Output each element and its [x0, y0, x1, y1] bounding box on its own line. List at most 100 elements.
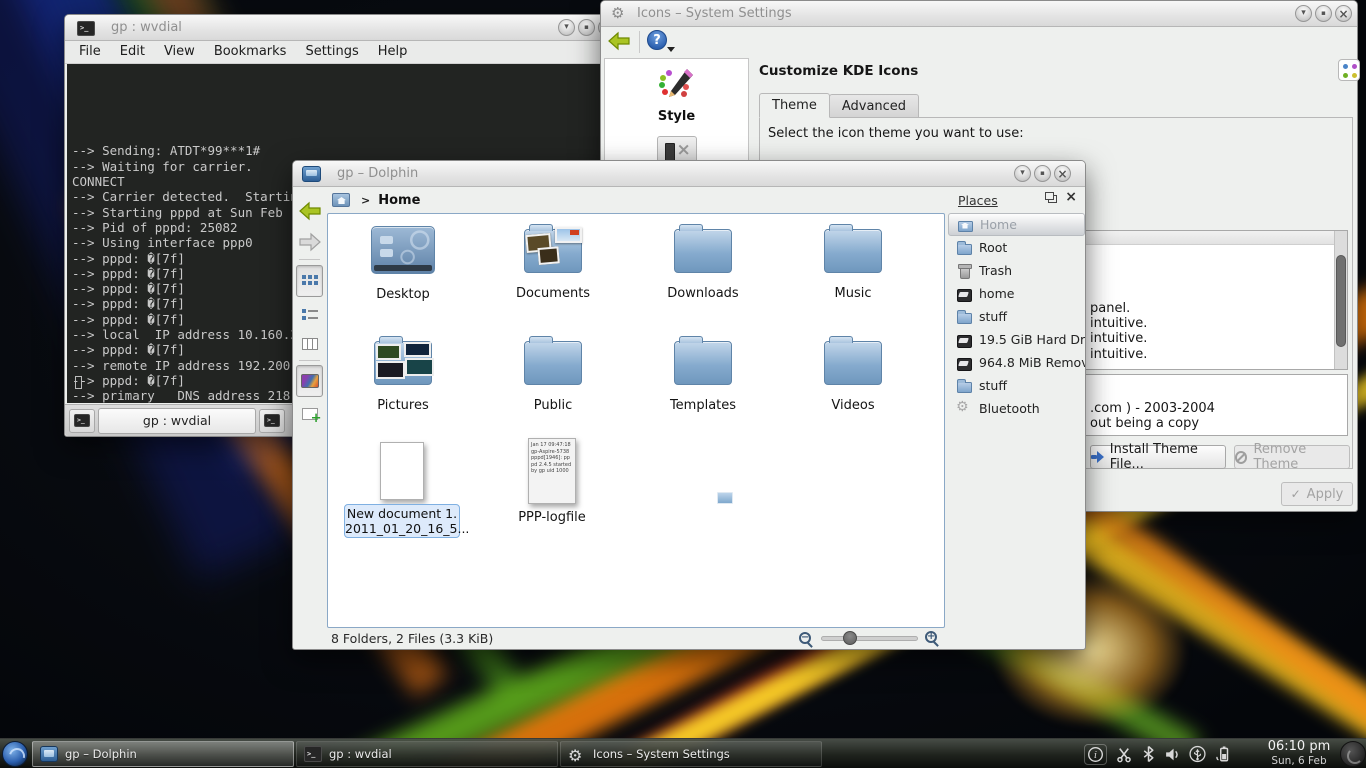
zoom-slider-track[interactable]: [821, 636, 918, 641]
preview-button[interactable]: [296, 365, 323, 397]
places-item[interactable]: home: [948, 282, 1085, 305]
info-icon[interactable]: i: [1084, 744, 1107, 765]
help-icon[interactable]: ?: [647, 30, 667, 50]
close-button[interactable]: [1054, 165, 1071, 182]
install-theme-button[interactable]: Install Theme File...: [1090, 445, 1226, 469]
sidebar-item-style[interactable]: Style: [605, 59, 748, 166]
home-breadcrumb-button[interactable]: [329, 190, 353, 210]
folder-icon: [524, 229, 582, 273]
back-button[interactable]: [605, 29, 633, 53]
zoom-out-icon[interactable]: −: [799, 632, 811, 644]
battery-icon[interactable]: [1215, 745, 1231, 763]
folder-icon: [374, 341, 432, 385]
install-arrow-icon: [1091, 452, 1104, 462]
taskbar-task-button[interactable]: Icons – System Settings: [560, 741, 822, 767]
file-view[interactable]: Desktop Documents Downloads: [327, 213, 945, 628]
places-item[interactable]: 964.8 MiB Remov...: [948, 351, 1085, 374]
taskbar-clock[interactable]: 06:10 pm Sun, 6 Feb: [1260, 740, 1338, 767]
folder-label: Downloads: [628, 286, 778, 301]
folder-item[interactable]: Music: [778, 218, 928, 330]
taskbar-task-button[interactable]: gp – Dolphin: [32, 741, 294, 767]
split-view-button[interactable]: [296, 401, 323, 427]
system-settings-titlebar[interactable]: Icons – System Settings: [601, 1, 1357, 27]
places-item[interactable]: Bluetooth: [948, 397, 1085, 420]
folder-item[interactable]: Public: [478, 330, 628, 442]
thumbnail-artifact: [717, 492, 733, 504]
menu-item[interactable]: Settings: [305, 44, 358, 63]
maximize-button[interactable]: [1034, 165, 1051, 182]
forward-button[interactable]: [296, 229, 323, 255]
new-tab-button[interactable]: [69, 409, 95, 433]
folder-item[interactable]: Desktop: [328, 218, 478, 330]
bluetooth-icon[interactable]: [1141, 745, 1156, 763]
menu-item[interactable]: Edit: [120, 44, 145, 63]
volume-icon[interactable]: [1165, 746, 1180, 763]
selected-file-label[interactable]: New document 1. 2011_01_20_16_5...: [344, 504, 460, 538]
icons-view-button[interactable]: [296, 265, 323, 297]
places-item-icon: [956, 332, 972, 348]
maximize-button[interactable]: [1315, 5, 1332, 22]
panel-toolbox-cashew-icon[interactable]: [1340, 741, 1366, 767]
places-item[interactable]: 19.5 GiB Hard Drive: [948, 328, 1085, 351]
menu-item[interactable]: Help: [378, 44, 408, 63]
folder-item[interactable]: Templates: [628, 330, 778, 442]
forward-arrow-icon: [298, 232, 322, 252]
apply-button[interactable]: ✓ Apply: [1281, 482, 1353, 506]
folder-item[interactable]: Downloads: [628, 218, 778, 330]
places-item-icon: [956, 355, 972, 371]
places-item[interactable]: Home: [948, 213, 1085, 236]
folder-item[interactable]: Pictures: [328, 330, 478, 442]
folder-label: Public: [478, 398, 628, 413]
usb-device-icon[interactable]: [1189, 745, 1206, 763]
menu-item[interactable]: Bookmarks: [214, 44, 287, 63]
zoom-in-icon[interactable]: +: [925, 631, 937, 643]
places-panel: Places Home Root Trash: [946, 187, 1087, 649]
minimize-button[interactable]: [1295, 5, 1312, 22]
breadcrumb-current[interactable]: Home: [378, 193, 420, 208]
folder-label: Pictures: [328, 398, 478, 413]
dolphin-titlebar[interactable]: gp – Dolphin: [293, 161, 1085, 187]
file-item-new-document[interactable]: [380, 442, 424, 500]
file-label: PPP-logfile: [514, 510, 590, 525]
klipper-scissors-icon[interactable]: [1116, 746, 1132, 763]
taskbar-task-button[interactable]: gp : wvdial: [296, 741, 558, 767]
task-label: gp : wvdial: [329, 747, 392, 761]
places-item[interactable]: Trash: [948, 259, 1085, 282]
maximize-button[interactable]: [578, 19, 595, 36]
close-panel-icon[interactable]: [1065, 189, 1077, 205]
float-panel-icon[interactable]: [1048, 195, 1057, 203]
places-item-icon: [956, 378, 972, 394]
places-item[interactable]: stuff: [948, 305, 1085, 328]
system-tray: i: [1084, 739, 1231, 768]
tab[interactable]: Advanced: [829, 94, 919, 118]
folder-item[interactable]: Documents: [478, 218, 628, 330]
close-button[interactable]: [1335, 5, 1352, 22]
details-view-button[interactable]: [296, 301, 323, 327]
columns-view-button[interactable]: [296, 331, 323, 357]
zoom-slider-handle[interactable]: [843, 631, 857, 645]
tab-list-button[interactable]: [259, 409, 285, 433]
toolbar-separator: [299, 259, 320, 260]
terminal-line: --> Sending: ATDT*99***1#: [72, 143, 616, 158]
file-item-logfile-preview[interactable]: Jan 17 09:47:18 gp-Aspire-5738 pppd[1946…: [528, 438, 576, 504]
places-item[interactable]: stuff: [948, 374, 1085, 397]
konsole-tab[interactable]: gp : wvdial: [98, 408, 256, 434]
chevron-down-icon[interactable]: [667, 47, 675, 56]
minimize-button[interactable]: [558, 19, 575, 36]
task-icon: [304, 746, 322, 762]
places-item-icon: [956, 263, 972, 279]
tab[interactable]: Theme: [759, 93, 830, 118]
icons-view-icon: [302, 274, 318, 288]
places-item[interactable]: Root: [948, 236, 1085, 259]
minimize-button[interactable]: [1014, 165, 1031, 182]
folder-item[interactable]: Videos: [778, 330, 928, 442]
sidebar-item-label: Style: [605, 109, 748, 124]
remove-theme-button[interactable]: Remove Theme: [1234, 445, 1350, 469]
menu-item[interactable]: View: [164, 44, 195, 63]
scrollbar[interactable]: [1334, 231, 1347, 369]
scrollbar-thumb[interactable]: [1336, 255, 1346, 347]
menu-item[interactable]: File: [79, 44, 101, 63]
back-button[interactable]: [296, 198, 323, 224]
konsole-titlebar[interactable]: gp : wvdial: [65, 15, 623, 41]
launcher-button[interactable]: [2, 741, 28, 767]
